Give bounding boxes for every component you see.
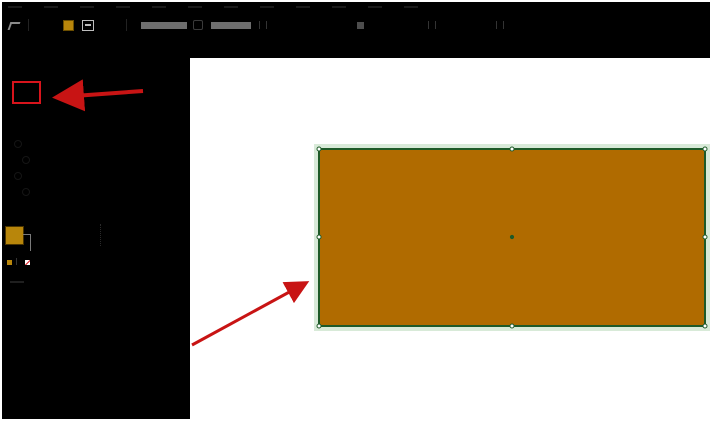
- menu-item[interactable]: [224, 6, 238, 8]
- menu-item[interactable]: [8, 6, 22, 8]
- menu-item[interactable]: [188, 6, 202, 8]
- selection-handle-top[interactable]: [509, 146, 515, 152]
- stroke-swatch-icon[interactable]: [82, 19, 94, 31]
- swatch-bracket: [23, 234, 31, 251]
- fill-color-swatch-icon[interactable]: [63, 19, 74, 31]
- selection-handle-bottom[interactable]: [509, 323, 515, 329]
- tool-options-row: [6, 17, 706, 33]
- document-canvas[interactable]: [190, 58, 710, 419]
- canvas-shape-layer: [314, 144, 710, 331]
- settings-gear-icon[interactable]: [496, 21, 504, 29]
- options-divider: [126, 19, 127, 31]
- link-dimensions-icon[interactable]: [193, 20, 203, 30]
- menu-item[interactable]: [296, 6, 310, 8]
- ellipse-tool-icon[interactable]: [14, 140, 22, 148]
- rectangle-tool-icon[interactable]: [12, 81, 41, 104]
- path-arrangement-icon[interactable]: [428, 21, 436, 29]
- swap-swatch-icon[interactable]: [16, 258, 21, 265]
- menu-item[interactable]: [80, 6, 94, 8]
- menu-item[interactable]: [44, 6, 58, 8]
- selection-handle-right[interactable]: [702, 234, 708, 240]
- options-bar: [2, 2, 710, 58]
- width-field[interactable]: [141, 21, 187, 29]
- menu-item[interactable]: [152, 6, 166, 8]
- line-tool-icon[interactable]: [14, 172, 22, 180]
- menu-item[interactable]: [260, 6, 274, 8]
- selection-center-point: [509, 234, 515, 240]
- selection-handle-bottom-left[interactable]: [316, 323, 322, 329]
- selection-handle-bottom-right[interactable]: [702, 323, 708, 329]
- selection-arrow-icon[interactable]: [6, 18, 22, 32]
- selection-handle-top-left[interactable]: [316, 146, 322, 152]
- menu-item[interactable]: [332, 6, 346, 8]
- custom-shape-tool-icon[interactable]: [22, 188, 30, 196]
- menu-bar: [8, 3, 418, 11]
- height-field[interactable]: [211, 21, 251, 29]
- fill-mini-swatch-icon[interactable]: [7, 260, 12, 265]
- no-fill-swatch-icon[interactable]: [25, 260, 30, 265]
- left-tool-panel: [2, 58, 190, 419]
- fill-stroke-swatch-icon[interactable]: [5, 226, 24, 245]
- menu-item[interactable]: [404, 6, 418, 8]
- color-scale: [100, 224, 121, 246]
- path-operations-icon[interactable]: [259, 21, 267, 29]
- polygon-tool-icon[interactable]: [22, 156, 30, 164]
- options-divider: [28, 19, 29, 31]
- selection-handle-top-right[interactable]: [702, 146, 708, 152]
- menu-item[interactable]: [116, 6, 130, 8]
- path-alignment-icon[interactable]: [357, 21, 364, 29]
- swatch-divider: [10, 281, 24, 283]
- menu-item[interactable]: [368, 6, 382, 8]
- selection-handle-left[interactable]: [316, 234, 322, 240]
